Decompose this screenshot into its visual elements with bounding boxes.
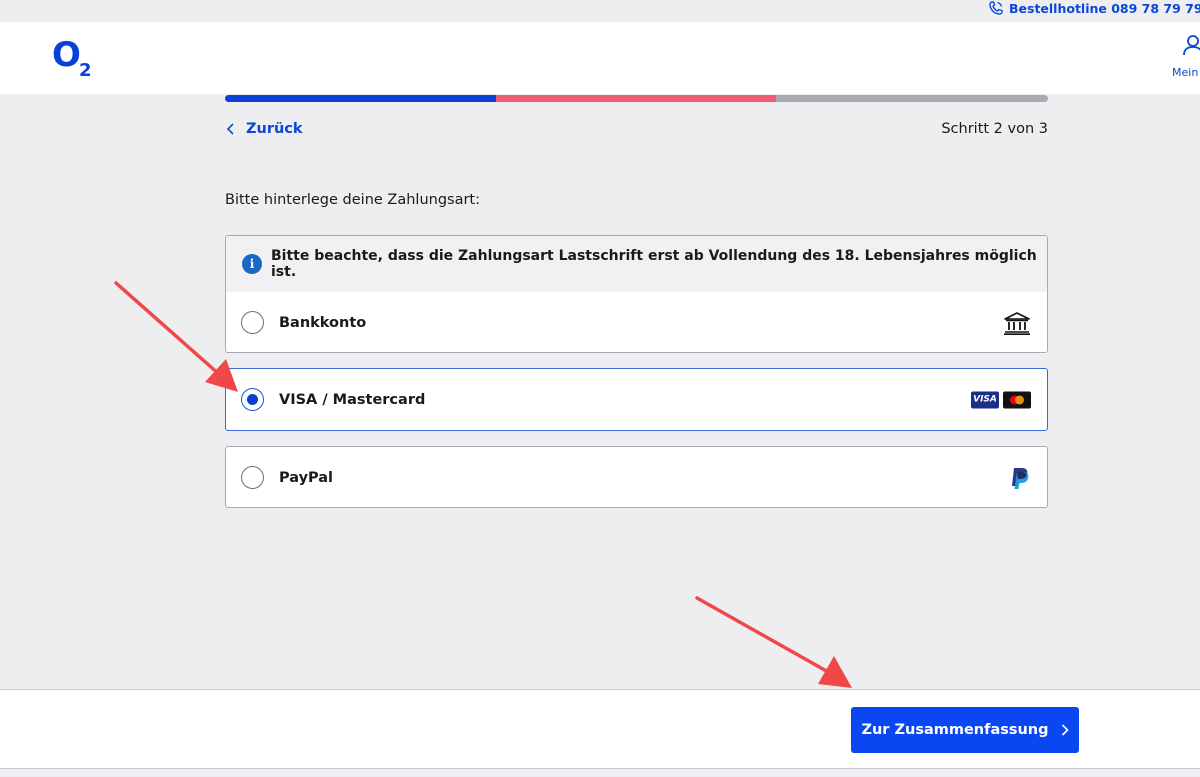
option-label-bankkonto: Bankkonto [279,314,367,331]
paypal-icon [1009,466,1031,490]
bank-icon [1003,311,1031,335]
credit-card-icon: VISA [971,391,1031,408]
back-label: Zurück [246,121,303,137]
logo-letter: O [52,35,81,75]
step-indicator: Schritt 2 von 3 [941,121,1048,137]
chevron-left-icon [226,123,234,135]
annotation-arrow-to-continue-button [695,596,852,688]
radio-paypal[interactable] [241,466,264,489]
progress-step-3 [776,95,1048,102]
visa-logo: VISA [971,391,999,408]
chevron-right-icon [1061,724,1069,736]
payment-option-paypal[interactable]: PayPal [225,446,1048,508]
logo-subscript: 2 [79,60,92,81]
payment-prompt: Bitte hinterlege deine Zahlungsart: [225,192,481,208]
option-label-paypal: PayPal [279,469,334,486]
phone-icon [989,1,1003,15]
top-bar: Bestellhotline 089 78 79 79 40 [0,0,1200,22]
radio-bankkonto[interactable] [241,311,264,334]
age-notice: i Bitte beachte, dass die Zahlungsart La… [226,236,1047,292]
user-icon [1183,35,1200,56]
account-label: Mein [1172,66,1199,79]
notice-text: Bitte beachte, dass die Zahlungsart Last… [271,248,1037,280]
progress-step-2 [496,95,776,102]
payment-option-visa-mastercard[interactable]: VISA / Mastercard VISA [225,368,1048,431]
site-header: O 2 Mein [0,22,1200,94]
checkout-footer: Zur Zusammenfassung [0,689,1200,769]
continue-to-summary-button[interactable]: Zur Zusammenfassung [851,707,1079,753]
account-link[interactable]: Mein [1172,34,1200,79]
order-hotline-link[interactable]: Bestellhotline 089 78 79 79 40 [988,0,1200,16]
hotline-text: Bestellhotline 089 78 79 79 40 [1009,0,1200,16]
cta-label: Zur Zusammenfassung [861,722,1049,738]
checkout-progress-bar [225,95,1048,102]
annotation-arrow-to-card-option [114,281,238,392]
back-link[interactable]: Zurück [226,121,303,137]
option-label-visa-mastercard: VISA / Mastercard [279,391,426,408]
mastercard-logo [1003,391,1031,408]
info-icon: i [242,254,262,274]
payment-option-bankkonto[interactable]: i Bitte beachte, dass die Zahlungsart La… [225,235,1048,353]
progress-step-1 [225,95,496,102]
radio-visa-mastercard[interactable] [241,388,264,411]
o2-logo[interactable]: O 2 [52,35,92,81]
